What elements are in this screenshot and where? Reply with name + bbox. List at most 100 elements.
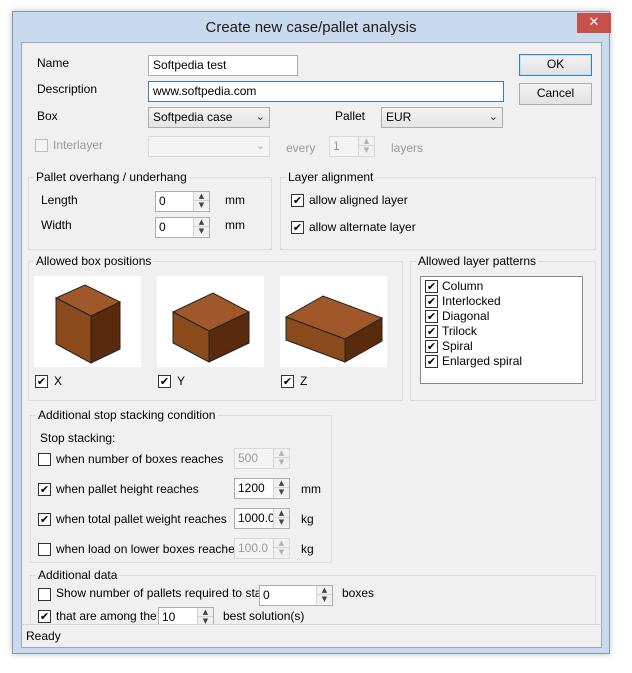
boxes-count-label: when number of boxes reaches — [56, 452, 224, 466]
up-arrow-icon[interactable]: ▲ — [198, 608, 213, 617]
lower-load-checkbox[interactable] — [38, 543, 51, 556]
box-position-y-image[interactable] — [157, 276, 264, 367]
pallet-weight-checkbox[interactable]: ✔ — [38, 513, 51, 526]
stop-stacking-title: Additional stop stacking condition — [36, 408, 218, 422]
among-unit: best solution(s) — [223, 609, 305, 623]
up-arrow-icon[interactable]: ▲ — [274, 509, 289, 518]
width-stepper[interactable]: 0 ▲ ▼ — [155, 217, 210, 238]
up-arrow-icon[interactable]: ▲ — [274, 539, 289, 548]
boxes-count-stepper[interactable]: 500 ▲ ▼ — [234, 448, 290, 469]
pallet-height-label: when pallet height reaches — [56, 482, 199, 496]
pattern-label: Column — [442, 279, 484, 293]
close-button[interactable]: ✕ — [577, 13, 611, 33]
layers-label: layers — [391, 141, 424, 155]
among-label: that are among the — [56, 609, 157, 623]
box-select[interactable]: Softpedia case ⌄ — [148, 107, 270, 128]
up-arrow-icon[interactable]: ▲ — [274, 449, 289, 458]
aligned-layer-checkbox[interactable]: ✔ — [291, 194, 304, 207]
box-position-x-image[interactable] — [34, 276, 141, 367]
check-icon: ✔ — [426, 340, 437, 353]
stop-stacking-subtitle: Stop stacking: — [40, 431, 116, 445]
pallet-label: Pallet — [335, 109, 366, 123]
pallet-select[interactable]: EUR ⌄ — [381, 107, 503, 128]
length-stepper[interactable]: 0 ▲ ▼ — [155, 191, 210, 212]
box-position-y-checkbox[interactable]: ✔ — [158, 375, 171, 388]
pallet-height-checkbox[interactable]: ✔ — [38, 483, 51, 496]
up-arrow-icon[interactable]: ▲ — [194, 192, 209, 201]
pallet-weight-unit: kg — [301, 512, 314, 526]
length-value: 0 — [159, 194, 166, 208]
show-pallets-value: 0 — [263, 588, 270, 602]
overhang-group: Pallet overhang / underhang Length 0 ▲ ▼… — [28, 170, 272, 250]
box-positions-group: Allowed box positions ✔ X ✔ Y ✔ Z — [28, 254, 403, 401]
show-pallets-checkbox[interactable] — [38, 588, 51, 601]
check-icon: ✔ — [36, 375, 47, 388]
among-value: 10 — [162, 610, 176, 624]
check-icon: ✔ — [426, 295, 437, 308]
lower-load-stepper[interactable]: 100.0 ▲ ▼ — [234, 538, 290, 559]
check-icon: ✔ — [39, 610, 50, 623]
layer-patterns-title: Allowed layer patterns — [416, 254, 539, 268]
check-icon: ✔ — [39, 483, 50, 496]
pallet-height-unit: mm — [301, 482, 321, 496]
box-position-z-image[interactable] — [280, 276, 387, 367]
check-icon: ✔ — [39, 513, 50, 526]
show-pallets-stepper[interactable]: 0 ▲ ▼ — [259, 585, 333, 606]
down-arrow-icon[interactable]: ▼ — [194, 201, 209, 210]
check-icon: ✔ — [426, 325, 437, 338]
pattern-label: Trilock — [442, 324, 477, 338]
down-arrow-icon[interactable]: ▼ — [359, 146, 374, 155]
pallet-height-stepper[interactable]: 1200 ▲ ▼ — [234, 478, 290, 499]
box-select-value: Softpedia case — [153, 110, 233, 124]
check-icon: ✔ — [292, 221, 303, 234]
ok-button[interactable]: OK — [519, 54, 592, 76]
check-icon: ✔ — [159, 375, 170, 388]
name-input[interactable]: Softpedia test — [148, 55, 298, 76]
pattern-checkbox[interactable]: ✔ — [425, 280, 438, 293]
check-icon: ✔ — [426, 280, 437, 293]
pattern-checkbox[interactable]: ✔ — [425, 340, 438, 353]
overhang-title: Pallet overhang / underhang — [34, 170, 189, 184]
boxes-count-value: 500 — [238, 451, 259, 465]
every-stepper[interactable]: 1 ▲ ▼ — [329, 136, 375, 157]
cancel-button[interactable]: Cancel — [519, 83, 592, 105]
check-icon: ✔ — [426, 355, 437, 368]
check-icon: ✔ — [426, 310, 437, 323]
box-x-icon — [54, 284, 122, 364]
down-arrow-icon[interactable]: ▼ — [274, 548, 289, 557]
boxes-count-checkbox[interactable] — [38, 453, 51, 466]
box-position-x-checkbox[interactable]: ✔ — [35, 375, 48, 388]
down-arrow-icon[interactable]: ▼ — [317, 595, 332, 604]
interlayer-checkbox[interactable] — [35, 139, 48, 152]
up-arrow-icon[interactable]: ▲ — [317, 586, 332, 595]
up-arrow-icon[interactable]: ▲ — [359, 137, 374, 146]
layer-patterns-list[interactable]: ✔ Column ✔ Interlocked ✔ Diagonal ✔ Tril… — [420, 276, 583, 384]
box-position-z-label: Z — [300, 374, 308, 388]
description-input[interactable]: www.softpedia.com — [148, 81, 504, 102]
pallet-weight-stepper[interactable]: 1000.0 ▲ ▼ — [234, 508, 290, 529]
interlayer-select[interactable]: ⌄ — [148, 136, 270, 157]
check-icon: ✔ — [292, 194, 303, 207]
pattern-checkbox[interactable]: ✔ — [425, 310, 438, 323]
box-label: Box — [37, 109, 58, 123]
pallet-height-value: 1200 — [238, 481, 265, 495]
alternate-layer-label: allow alternate layer — [309, 220, 416, 234]
up-arrow-icon[interactable]: ▲ — [274, 479, 289, 488]
up-arrow-icon[interactable]: ▲ — [194, 218, 209, 227]
down-arrow-icon[interactable]: ▼ — [194, 227, 209, 236]
status-text: Ready — [26, 629, 61, 643]
box-positions-title: Allowed box positions — [34, 254, 154, 268]
down-arrow-icon[interactable]: ▼ — [274, 488, 289, 497]
box-position-z-checkbox[interactable]: ✔ — [281, 375, 294, 388]
pallet-weight-label: when total pallet weight reaches — [56, 512, 227, 526]
additional-data-title: Additional data — [36, 568, 120, 582]
pattern-checkbox[interactable]: ✔ — [425, 295, 438, 308]
pattern-checkbox[interactable]: ✔ — [425, 325, 438, 338]
pallet-select-value: EUR — [386, 110, 412, 124]
alternate-layer-checkbox[interactable]: ✔ — [291, 221, 304, 234]
layer-alignment-title: Layer alignment — [286, 170, 376, 184]
pattern-checkbox[interactable]: ✔ — [425, 355, 438, 368]
among-checkbox[interactable]: ✔ — [38, 610, 51, 623]
down-arrow-icon[interactable]: ▼ — [274, 518, 289, 527]
down-arrow-icon[interactable]: ▼ — [274, 458, 289, 467]
